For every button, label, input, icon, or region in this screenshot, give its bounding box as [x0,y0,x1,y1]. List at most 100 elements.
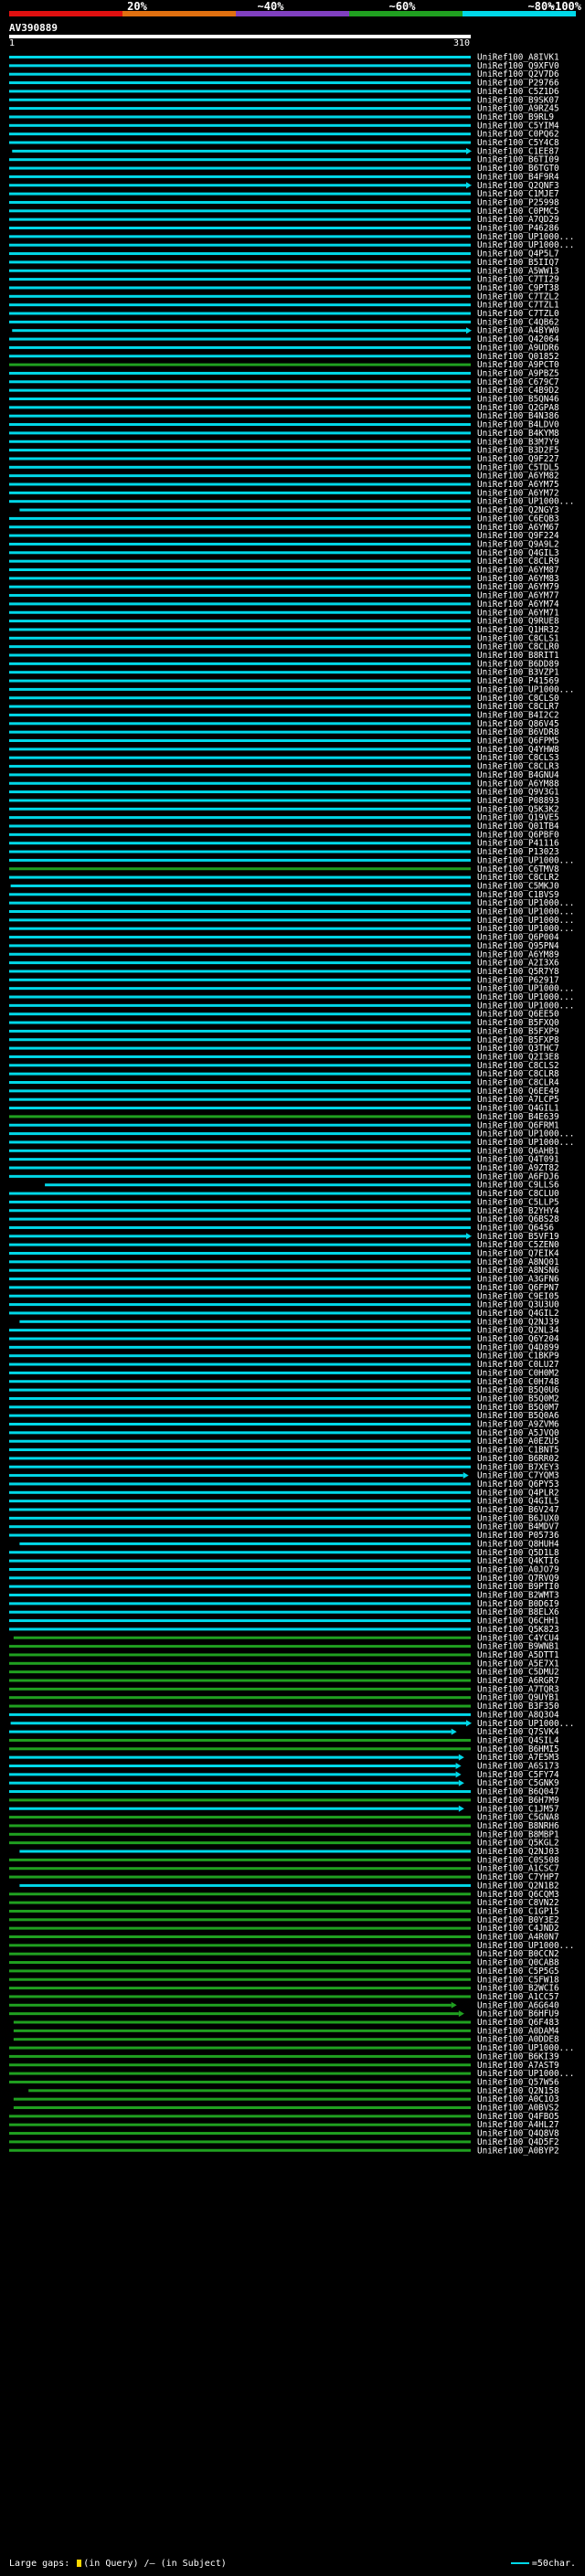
hit-bar[interactable] [9,807,471,811]
hit-bar[interactable] [13,1636,472,1639]
hit-bar[interactable] [9,1551,471,1554]
hit-bar[interactable] [9,482,471,486]
hit-bar[interactable] [9,1200,471,1203]
hit-bar[interactable] [9,1414,471,1417]
hit-bar[interactable] [9,1730,452,1733]
hit-bar[interactable] [9,1696,471,1700]
hit-bar[interactable] [12,149,467,153]
hit-bar[interactable] [9,1661,471,1665]
hit-bar[interactable] [9,1679,471,1682]
hit-bar[interactable] [9,653,471,657]
hit-bar[interactable] [9,423,471,427]
hit-bar[interactable] [10,884,472,887]
hit-bar[interactable] [9,1712,471,1716]
hit-bar[interactable] [9,1798,471,1802]
hit-bar[interactable] [9,141,471,144]
hit-bar[interactable] [9,1935,471,1938]
hit-bar[interactable] [9,431,471,435]
hit-bar[interactable] [9,235,471,239]
hit-bar[interactable] [9,1303,471,1307]
hit-bar[interactable] [9,388,471,392]
hit-bar[interactable] [9,474,471,478]
hit-bar[interactable] [9,1594,471,1596]
hit-bar[interactable] [9,867,471,871]
hit-bar[interactable] [9,1977,471,1981]
hit-bar[interactable] [9,123,471,127]
hit-bar[interactable] [9,1490,471,1494]
hit-bar[interactable] [9,1431,471,1435]
hit-bar[interactable] [9,936,471,939]
hit-bar[interactable] [9,1439,471,1443]
hit-bar[interactable] [9,961,471,965]
hit-bar[interactable] [9,1097,471,1101]
hit-bar[interactable] [9,1405,471,1409]
hit-bar[interactable] [9,1174,471,1178]
hit-bar[interactable] [9,534,471,537]
hit-bar[interactable] [9,679,471,683]
hit-bar[interactable] [9,355,471,358]
hit-bar[interactable] [9,175,471,178]
hit-row[interactable]: UniRef100_B9RL9 [9,112,554,122]
hit-bar[interactable] [9,1610,471,1614]
hit-bar[interactable] [9,687,471,691]
hit-bar[interactable] [9,1687,471,1691]
hit-bar[interactable] [9,1277,471,1281]
hit-bar[interactable] [9,1909,471,1913]
hit-bar[interactable] [9,398,471,400]
hit-bar[interactable] [19,1542,471,1545]
hit-bar[interactable] [9,1875,471,1879]
hit-bar[interactable] [9,465,471,469]
hit-bar[interactable] [9,1995,471,1998]
hit-bar[interactable] [9,893,471,896]
hit-bar[interactable] [9,1055,471,1058]
hit-bar[interactable] [9,320,471,323]
hit-bar[interactable] [9,918,471,922]
hit-bar[interactable] [13,2106,472,2109]
hit-bar[interactable] [9,1755,459,1759]
hit-bar[interactable] [9,1533,471,1537]
hit-bar[interactable] [9,243,471,247]
hit-bar[interactable] [9,2132,471,2136]
hit-bar[interactable] [9,559,471,563]
hit-bar[interactable] [9,158,471,162]
hit-bar[interactable] [9,610,471,614]
hit-bar[interactable] [9,1345,471,1349]
hit-bar[interactable] [9,1619,471,1623]
hit-bar[interactable] [9,1132,471,1136]
hit-bar[interactable] [9,1064,471,1067]
hit-bar[interactable] [9,72,471,76]
hit-bar[interactable] [9,1790,471,1794]
hit-bar[interactable] [9,551,471,555]
hit-bar[interactable] [9,380,471,384]
hit-bar[interactable] [19,1883,471,1887]
hit-bar[interactable] [9,1457,471,1460]
hit-bar[interactable] [9,858,471,862]
hit-bar[interactable] [9,1448,471,1452]
hit-bar[interactable] [9,1029,471,1033]
hit-bar[interactable] [9,987,471,991]
hit-bar[interactable] [9,252,471,256]
hit-bar[interactable] [9,1311,471,1315]
hit-bar[interactable] [9,1918,471,1922]
hit-bar[interactable] [9,995,471,999]
hit-bar[interactable] [9,1500,471,1503]
hit-bar[interactable] [9,927,471,930]
hit-bar[interactable] [9,1969,471,1973]
hit-label[interactable]: UniRef100_A0BYP2 [477,2146,559,2156]
hit-bar[interactable] [9,1645,471,1648]
hit-bar[interactable] [9,406,471,409]
hit-bar[interactable] [9,1627,471,1631]
hit-bar[interactable] [9,910,471,913]
hit-bar[interactable] [9,1474,463,1478]
hit-bar[interactable] [9,636,471,640]
hit-bar[interactable] [9,970,471,973]
hit-bar[interactable] [9,303,471,307]
hit-bar[interactable] [9,115,471,119]
hit-bar[interactable] [9,56,471,58]
hit-bar[interactable] [9,363,471,366]
hit-bar[interactable] [9,585,471,588]
hit-bar[interactable] [9,1653,471,1657]
hit-row[interactable]: UniRef100_A0BYP2 [9,2146,559,2156]
hit-bar[interactable] [9,500,471,504]
hit-bar[interactable] [9,790,471,794]
